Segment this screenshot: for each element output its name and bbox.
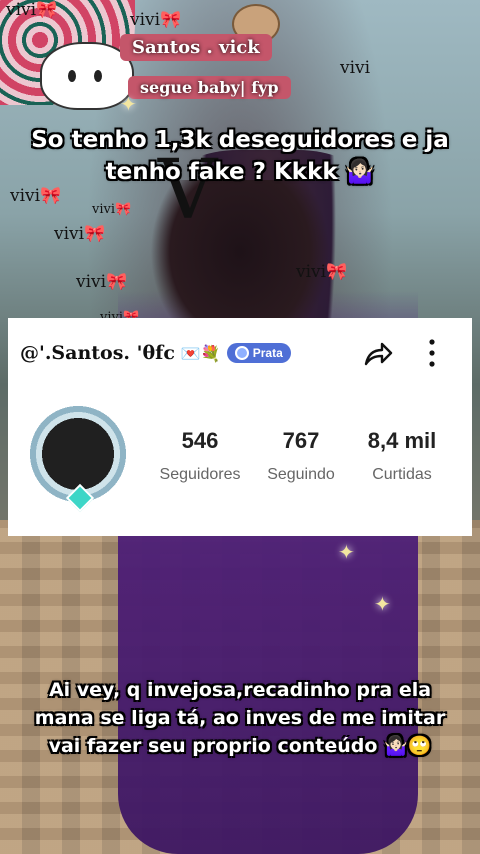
sparkle-icon: ✦ xyxy=(120,92,137,116)
bottom-caption-line: vai fazer seu proprio conteúdo 🤷🏻‍♀️🙄 xyxy=(48,735,432,757)
profile-card: @'.Santos. 'θfc 💌💐 Prata 546 Seguidores … xyxy=(8,318,472,536)
badge-label: Prata xyxy=(252,346,283,360)
vivi-sticker: vivi🎀 xyxy=(76,272,128,292)
profile-avatar[interactable] xyxy=(28,404,128,513)
stat-curtidas[interactable]: 8,4 mil Curtidas xyxy=(350,428,454,484)
profile-stats: 546 Seguidores 767 Seguindo 8,4 mil Curt… xyxy=(148,428,454,484)
profile-header: @'.Santos. 'θfc 💌💐 Prata xyxy=(20,342,291,364)
stat-value: 546 xyxy=(181,428,219,453)
stat-label: Seguidores xyxy=(159,466,241,483)
prata-badge[interactable]: Prata xyxy=(226,343,291,363)
subtitle-tag-sticker: segue baby| fyp xyxy=(128,76,291,99)
stat-value: 8,4 mil xyxy=(367,428,437,453)
top-caption: So tenho 1,3k deseguidores e ja tenho fa… xyxy=(0,124,480,188)
share-icon[interactable] xyxy=(360,336,394,370)
bottom-caption: Ai vey, q invejosa,recadinho pra ela man… xyxy=(0,676,480,760)
vivi-sticker: vivi🎀 xyxy=(10,186,62,206)
bottom-caption-line: Ai vey, q invejosa,recadinho pra ela xyxy=(48,679,432,701)
top-caption-line: So tenho 1,3k deseguidores e ja xyxy=(31,127,449,153)
vivi-sticker: vivi🎀 xyxy=(6,0,58,20)
stat-seguindo[interactable]: 767 Seguindo xyxy=(252,428,350,484)
vivi-sticker: vivi🎀 xyxy=(54,224,106,244)
stat-seguidores[interactable]: 546 Seguidores xyxy=(148,428,252,484)
vivi-sticker: vivi🎀 xyxy=(130,10,182,30)
vivi-sticker: vivi🎀 xyxy=(92,202,132,217)
more-vertical-icon[interactable] xyxy=(422,336,442,370)
vivi-sticker: vivi xyxy=(340,58,371,78)
stat-label: Curtidas xyxy=(372,466,432,483)
stat-value: 767 xyxy=(282,428,320,453)
sparkle-icon: ✦ xyxy=(338,540,355,564)
top-caption-line: tenho fake ? Kkkk 🤷🏻‍♀️ xyxy=(105,159,375,185)
sparkle-icon: ✦ xyxy=(374,592,391,616)
username-emojis: 💌💐 xyxy=(180,343,221,363)
badge-icon xyxy=(234,346,249,360)
stat-label: Seguindo xyxy=(267,466,335,483)
name-tag-sticker: Santos . vick xyxy=(120,34,272,61)
vivi-sticker: vivi🎀 xyxy=(296,262,348,282)
bottom-caption-line: mana se liga tá, ao inves de me imitar xyxy=(34,707,446,729)
profile-username: @'.Santos. 'θfc xyxy=(20,342,175,364)
